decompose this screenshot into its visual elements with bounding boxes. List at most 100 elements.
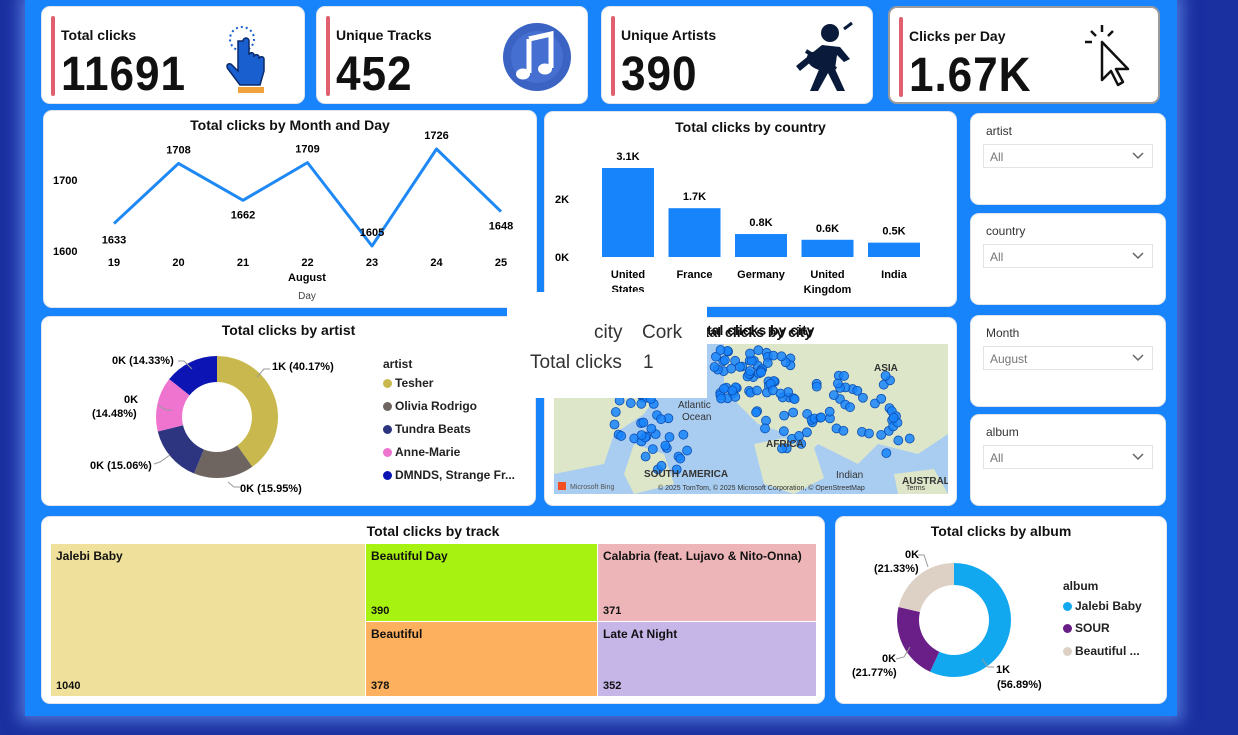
city-point — [789, 394, 800, 405]
kpi-accent-bar — [326, 16, 330, 96]
tile-value: 352 — [603, 680, 622, 692]
resize-handle[interactable] — [228, 103, 246, 104]
chart-title-overlay: tal clicks by city — [707, 322, 815, 338]
slicer-label: artist — [986, 124, 1013, 138]
legend-dot — [383, 425, 392, 434]
album-chart-card[interactable]: Total clicks by album 1K (56.89%) 0K (21… — [835, 516, 1167, 704]
tooltip-value: 1 — [643, 352, 654, 373]
legend-dot — [383, 471, 392, 480]
kpi-unique-tracks[interactable]: Unique Tracks 452 — [316, 6, 588, 104]
data-label: 1633 — [102, 235, 126, 247]
treemap-tile[interactable]: Beautiful Day 390 — [366, 544, 597, 621]
kpi-accent-bar — [899, 17, 903, 97]
map-label: SOUTH AMERICA — [644, 469, 728, 480]
map-brand: Microsoft Bing — [570, 484, 614, 491]
city-point — [811, 381, 822, 392]
city-point — [660, 440, 671, 451]
slicer-dropdown[interactable]: All — [983, 144, 1153, 168]
y-tick-label: 1700 — [53, 175, 77, 187]
city-point — [638, 417, 649, 428]
city-point — [824, 406, 835, 417]
line-chart: 1700 1600 19 20 21 22 23 24 25 1633 1708 1662 170… — [53, 130, 513, 302]
city-point — [656, 414, 666, 425]
slicer-artist[interactable]: artist All — [970, 113, 1166, 205]
artist-chart-card[interactable]: Total clicks by artist 1K (40.17%) 0K (1… — [41, 316, 536, 506]
kpi-unique-artists[interactable]: Unique Artists 390 — [601, 6, 873, 104]
city-point — [832, 378, 843, 389]
tooltip-value: Cork — [642, 322, 683, 343]
kpi-clicks-per-day[interactable]: Clicks per Day 1.67K — [888, 6, 1160, 104]
donut-slice — [217, 356, 278, 467]
data-label: 1K (40.17%) — [272, 361, 334, 373]
treemap-tile[interactable]: Late At Night 352 — [598, 622, 816, 696]
slicer-country[interactable]: country All — [970, 213, 1166, 305]
country-chart-card[interactable]: Total clicks by country 2K 0K 3.1K United… — [544, 111, 957, 307]
slicer-value: All — [990, 150, 1004, 164]
tile-value: 1040 — [56, 680, 81, 692]
city-point — [881, 448, 892, 458]
legend-item[interactable]: Tesher — [383, 376, 433, 390]
city-point — [756, 367, 766, 378]
legend-item[interactable]: Anne-Marie — [383, 445, 460, 459]
data-label: 3.1K — [616, 151, 639, 163]
legend-item[interactable]: Jalebi Baby — [1063, 599, 1142, 613]
city-point — [751, 407, 762, 418]
legend-dot — [383, 448, 392, 457]
slicer-month[interactable]: Month August — [970, 315, 1166, 407]
tile-value: 378 — [371, 680, 390, 692]
treemap-tile[interactable]: Jalebi Baby 1040 — [51, 544, 365, 696]
legend-label: Beautiful ... — [1075, 644, 1140, 658]
legend-dot — [1063, 602, 1072, 611]
donut-chart: 1K (56.89%) 0K (21.77%) 0K (21.33%) — [852, 549, 1042, 691]
kpi-label: Total clicks — [61, 27, 137, 43]
bar — [868, 242, 920, 257]
tile-name: Calabria (feat. Lujavo & Nito-Onna) — [603, 549, 802, 563]
legend-dot — [1063, 647, 1072, 656]
kpi-total-clicks[interactable]: Total clicks 11691 — [41, 6, 305, 104]
slicer-dropdown[interactable]: All — [983, 244, 1153, 268]
city-point — [726, 363, 737, 374]
bar-chart: 2K 0K 3.1KUnitedStates1.7KFrance0.8KGerm… — [555, 151, 920, 296]
x-tick-label: Germany — [737, 269, 786, 281]
city-point — [838, 425, 849, 436]
track-treemap-card[interactable]: Total clicks by track Jalebi Baby 1040 B… — [41, 516, 825, 704]
legend-label: Anne-Marie — [395, 445, 461, 459]
city-point — [675, 453, 686, 464]
x-tick-label: 20 — [172, 257, 184, 269]
x-tick-label: 22 — [301, 257, 313, 269]
city-point — [646, 423, 657, 434]
legend-item[interactable]: Olivia Rodrigo — [383, 399, 477, 413]
kpi-value: 452 — [336, 48, 413, 101]
legend-item[interactable]: Beautiful ... — [1063, 644, 1140, 658]
line-chart-card[interactable]: Total clicks by Month and Day 1700 1600 … — [43, 110, 537, 308]
city-point — [802, 427, 812, 438]
x-tick-label: Kingdom — [804, 284, 852, 296]
slicer-dropdown[interactable]: August — [983, 346, 1153, 370]
legend-label: Tesher — [395, 376, 434, 390]
data-label: 0K — [124, 394, 138, 406]
legend-item[interactable]: DMNDS, Strange Fr... — [383, 468, 515, 482]
slicer-label: Month — [986, 326, 1020, 340]
city-point — [745, 366, 755, 376]
resize-handle[interactable] — [268, 103, 286, 104]
data-label: 1K — [996, 664, 1010, 676]
legend-dot — [383, 402, 392, 411]
singer-icon — [796, 21, 853, 91]
slicer-label: album — [986, 425, 1019, 439]
chart-title: Total clicks by track — [366, 523, 500, 539]
city-point — [779, 410, 790, 421]
city-point — [636, 430, 647, 441]
slicer-album[interactable]: album All — [970, 414, 1166, 506]
tile-name: Late At Night — [603, 627, 678, 641]
city-point — [768, 350, 779, 361]
city-point — [778, 426, 789, 437]
treemap-tile[interactable]: Calabria (feat. Lujavo & Nito-Onna) 371 — [598, 544, 816, 621]
y-tick-label: 2K — [555, 194, 569, 206]
map-label: Indian — [836, 470, 863, 481]
city-point — [719, 383, 729, 394]
slicer-dropdown[interactable]: All — [983, 445, 1153, 469]
legend-item[interactable]: Tundra Beats — [383, 422, 471, 436]
treemap-tile[interactable]: Beautiful 378 — [366, 622, 597, 696]
legend-item[interactable]: SOUR — [1063, 621, 1110, 635]
x-tick-label: United — [810, 269, 844, 281]
